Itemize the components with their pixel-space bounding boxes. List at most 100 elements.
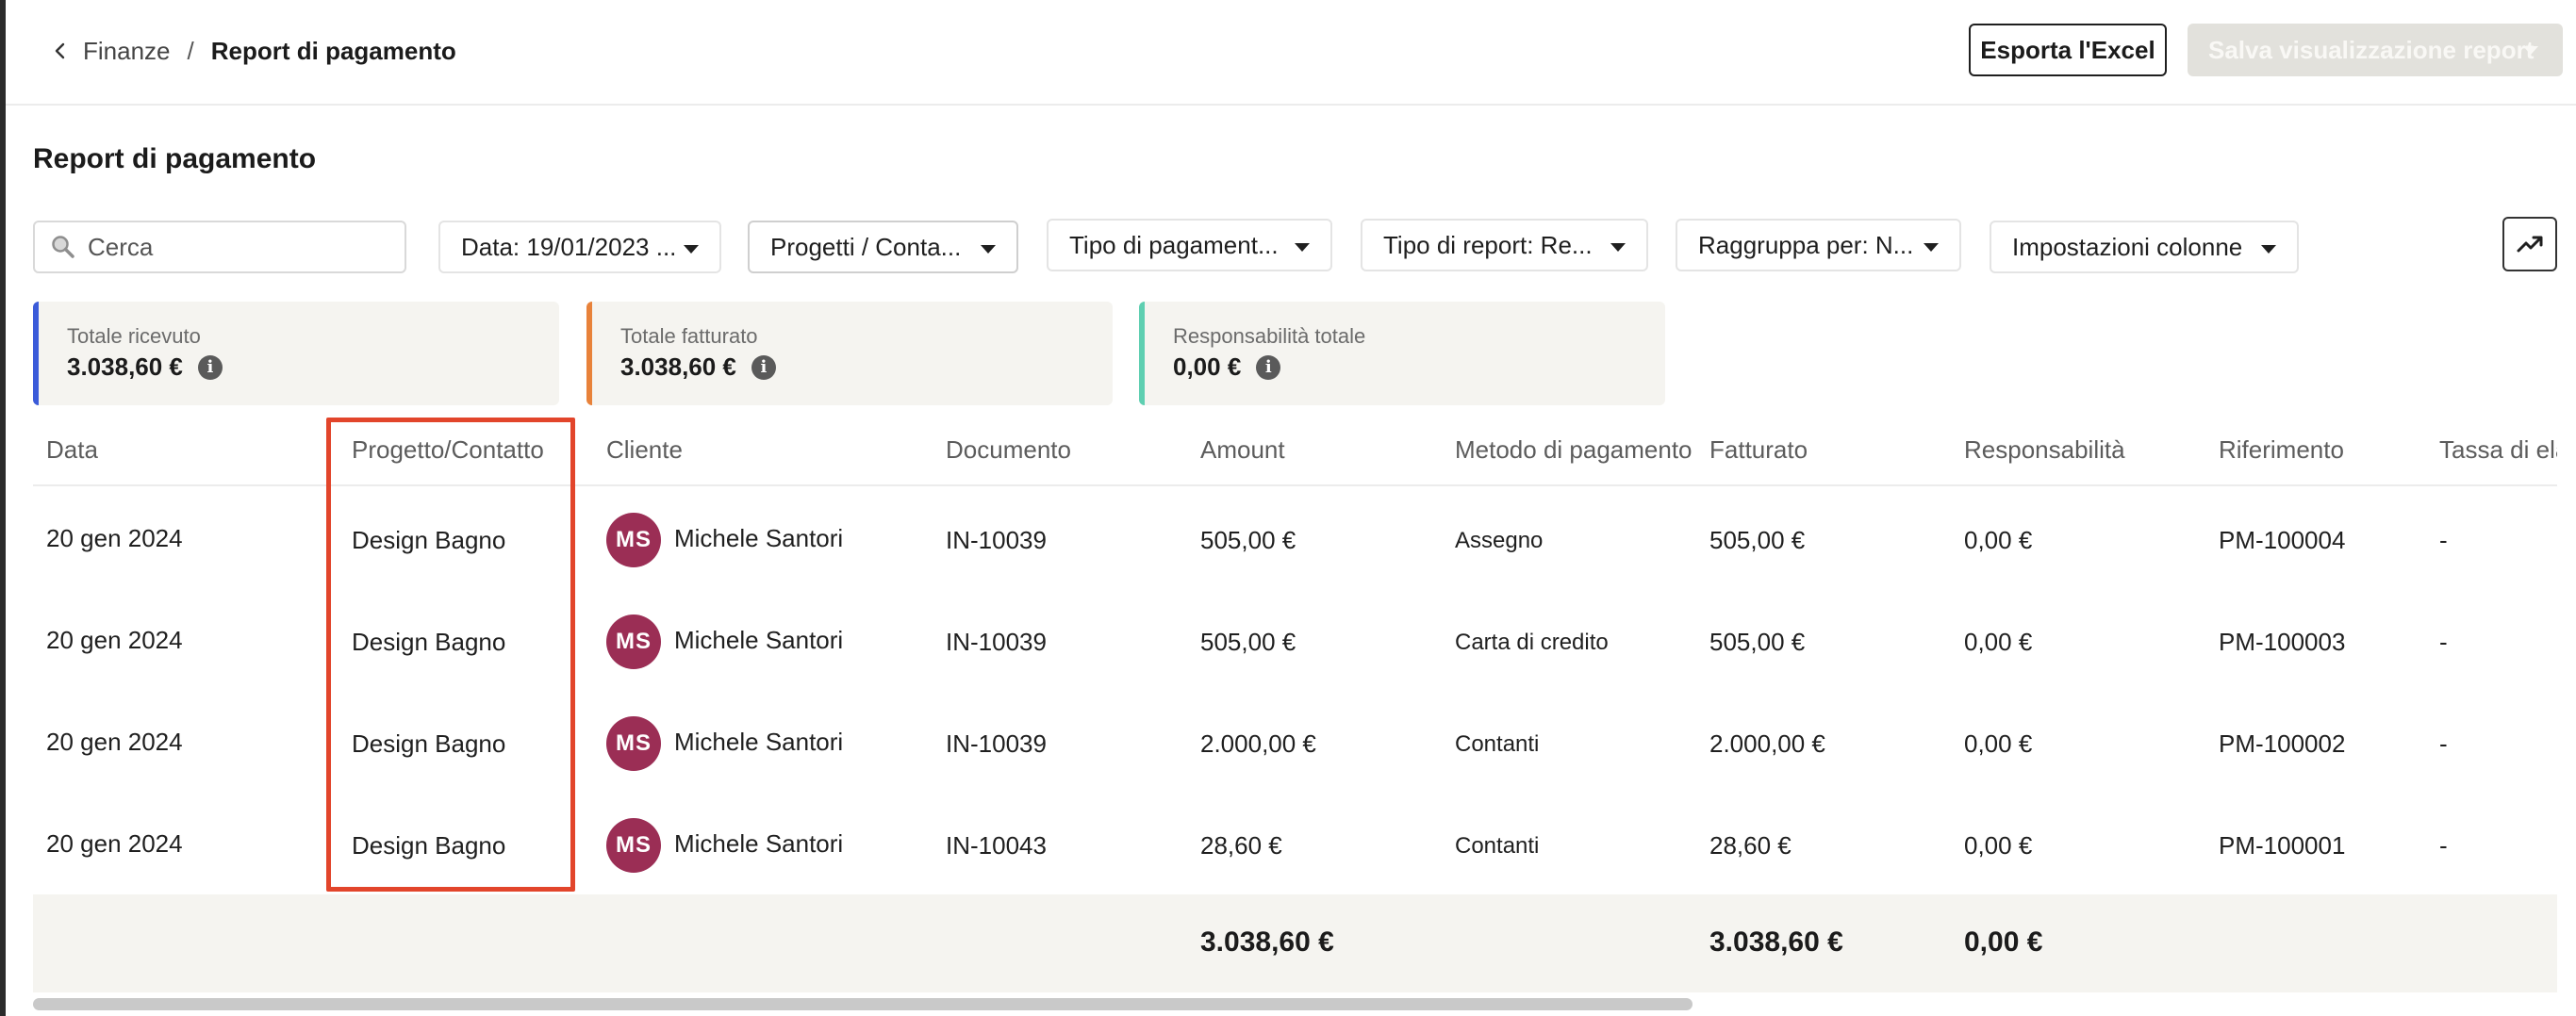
accent-bar <box>33 302 39 405</box>
group-by-filter[interactable]: Raggruppa per: N... <box>1676 219 1961 271</box>
report-type-filter[interactable]: Tipo di report: Re... <box>1361 219 1648 271</box>
cell-liability: 0,00 € <box>1964 729 2033 758</box>
summary-card-total-received: Totale ricevuto 3.038,60 € i <box>33 302 559 405</box>
cell-payment-method: Carta di credito <box>1455 630 1609 655</box>
info-icon[interactable]: i <box>197 354 223 380</box>
column-header-document[interactable]: Documento <box>946 435 1071 465</box>
table-header: Data Progetto/Contatto Cliente Documento… <box>33 422 2557 486</box>
caret-down-icon <box>2261 245 2276 254</box>
chevron-left-icon[interactable] <box>49 40 72 62</box>
caret-down-icon <box>1924 243 1939 252</box>
cell-client[interactable]: Michele Santori <box>674 626 843 655</box>
column-header-payment-method[interactable]: Metodo di pagamento <box>1455 435 1702 465</box>
payment-type-filter[interactable]: Tipo di pagament... <box>1047 219 1332 271</box>
cell-date: 20 gen 2024 <box>46 626 183 654</box>
cell-reference: PM-100002 <box>2219 729 2346 758</box>
accent-bar <box>1139 302 1145 405</box>
table-row[interactable]: 20 gen 2024 Design Bagno MS Michele Sant… <box>33 692 2557 794</box>
search-box[interactable] <box>33 221 406 273</box>
cell-document[interactable]: IN-10043 <box>946 831 1047 860</box>
save-report-view-label: Salva visualizzazione report <box>2208 35 2535 64</box>
cell-invoiced: 28,60 € <box>1709 831 1792 860</box>
table-row[interactable]: 20 gen 2024 Design Bagno MS Michele Sant… <box>33 590 2557 692</box>
window-edge <box>0 0 6 1016</box>
cell-liability: 0,00 € <box>1964 628 2033 656</box>
cell-client[interactable]: Michele Santori <box>674 829 843 859</box>
cell-date: 20 gen 2024 <box>46 728 183 756</box>
breadcrumb-current: Report di pagamento <box>210 36 456 65</box>
report-type-filter-label: Tipo di report: Re... <box>1383 230 1593 259</box>
cell-amount: 505,00 € <box>1200 526 1296 554</box>
summary-card-total-invoiced: Totale fatturato 3.038,60 € i <box>586 302 1113 405</box>
summary-label: Responsabilità totale <box>1173 324 1366 348</box>
cell-project[interactable]: Design Bagno <box>352 729 505 759</box>
cell-payment-method: Contanti <box>1455 731 1540 757</box>
total-liability: 0,00 € <box>1964 926 2043 958</box>
date-filter-label: Data: 19/01/2023 ... <box>461 232 677 261</box>
cell-document[interactable]: IN-10039 <box>946 526 1047 555</box>
cell-amount: 2.000,00 € <box>1200 729 1316 758</box>
column-header-invoiced[interactable]: Fatturato <box>1709 435 1808 465</box>
column-settings-filter-label: Impostazioni colonne <box>2012 232 2243 261</box>
cell-payment-method: Assegno <box>1455 528 1544 553</box>
column-header-reference[interactable]: Riferimento <box>2219 435 2344 465</box>
cell-reference: PM-100004 <box>2219 526 2346 554</box>
summary-value: 3.038,60 € <box>620 352 736 381</box>
column-header-date[interactable]: Data <box>46 435 98 465</box>
cell-invoiced: 2.000,00 € <box>1709 729 1825 758</box>
cell-processing-fee: - <box>2439 628 2448 656</box>
cell-reference: PM-100003 <box>2219 628 2346 656</box>
info-icon[interactable]: i <box>751 354 776 380</box>
info-icon[interactable]: i <box>1256 354 1281 380</box>
cell-liability: 0,00 € <box>1964 526 2033 554</box>
avatar: MS <box>606 615 661 669</box>
summary-label: Totale fatturato <box>620 324 758 348</box>
totals-row: 3.038,60 € 3.038,60 € 0,00 € <box>33 894 2557 992</box>
cell-invoiced: 505,00 € <box>1709 628 1806 656</box>
cell-project[interactable]: Design Bagno <box>352 526 505 555</box>
cell-amount: 505,00 € <box>1200 628 1296 656</box>
column-header-processing-fee[interactable]: Tassa di ela <box>2439 435 2557 465</box>
avatar: MS <box>606 513 661 567</box>
cell-document[interactable]: IN-10039 <box>946 628 1047 657</box>
table-row[interactable]: 20 gen 2024 Design Bagno MS Michele Sant… <box>33 488 2557 590</box>
summary-value: 0,00 € <box>1173 352 1242 381</box>
horizontal-scrollbar[interactable] <box>33 998 1693 1010</box>
avatar: MS <box>606 716 661 771</box>
date-filter[interactable]: Data: 19/01/2023 ... <box>438 221 721 273</box>
group-by-filter-label: Raggruppa per: N... <box>1698 230 1914 259</box>
column-header-liability[interactable]: Responsabilità <box>1964 435 2125 465</box>
caret-down-icon <box>1295 243 1310 252</box>
export-excel-button[interactable]: Esporta l'Excel <box>1969 24 2167 76</box>
search-input[interactable] <box>88 232 389 262</box>
cell-processing-fee: - <box>2439 831 2448 860</box>
cell-liability: 0,00 € <box>1964 831 2033 860</box>
avatar: MS <box>606 818 661 873</box>
total-invoiced: 3.038,60 € <box>1709 926 1843 958</box>
trending-up-icon <box>2517 236 2543 253</box>
breadcrumb: Finanze / Report di pagamento <box>49 34 456 68</box>
breadcrumb-parent-link[interactable]: Finanze <box>83 37 171 66</box>
cell-date: 20 gen 2024 <box>46 829 183 858</box>
cell-client[interactable]: Michele Santori <box>674 524 843 553</box>
payments-table: Data Progetto/Contatto Cliente Documento… <box>33 422 2557 999</box>
column-header-amount[interactable]: Amount <box>1200 435 1285 465</box>
projects-contacts-filter[interactable]: Progetti / Conta... <box>748 221 1018 273</box>
accent-bar <box>586 302 592 405</box>
column-settings-filter[interactable]: Impostazioni colonne <box>1990 221 2299 273</box>
breadcrumb-separator: / <box>187 36 194 65</box>
chart-toggle-button[interactable] <box>2502 217 2557 271</box>
summary-label: Totale ricevuto <box>67 324 201 348</box>
cell-payment-method: Contanti <box>1455 833 1540 859</box>
cell-date: 20 gen 2024 <box>46 524 183 552</box>
summary-value: 3.038,60 € <box>67 352 183 381</box>
column-header-client[interactable]: Cliente <box>606 435 683 465</box>
column-header-project-contact[interactable]: Progetto/Contatto <box>352 435 544 465</box>
table-row[interactable]: 20 gen 2024 Design Bagno MS Michele Sant… <box>33 794 2557 895</box>
cell-processing-fee: - <box>2439 526 2448 554</box>
cell-project[interactable]: Design Bagno <box>352 628 505 657</box>
save-report-view-button[interactable]: Salva visualizzazione report <box>2188 24 2563 76</box>
cell-project[interactable]: Design Bagno <box>352 831 505 860</box>
cell-client[interactable]: Michele Santori <box>674 728 843 757</box>
cell-document[interactable]: IN-10039 <box>946 729 1047 759</box>
